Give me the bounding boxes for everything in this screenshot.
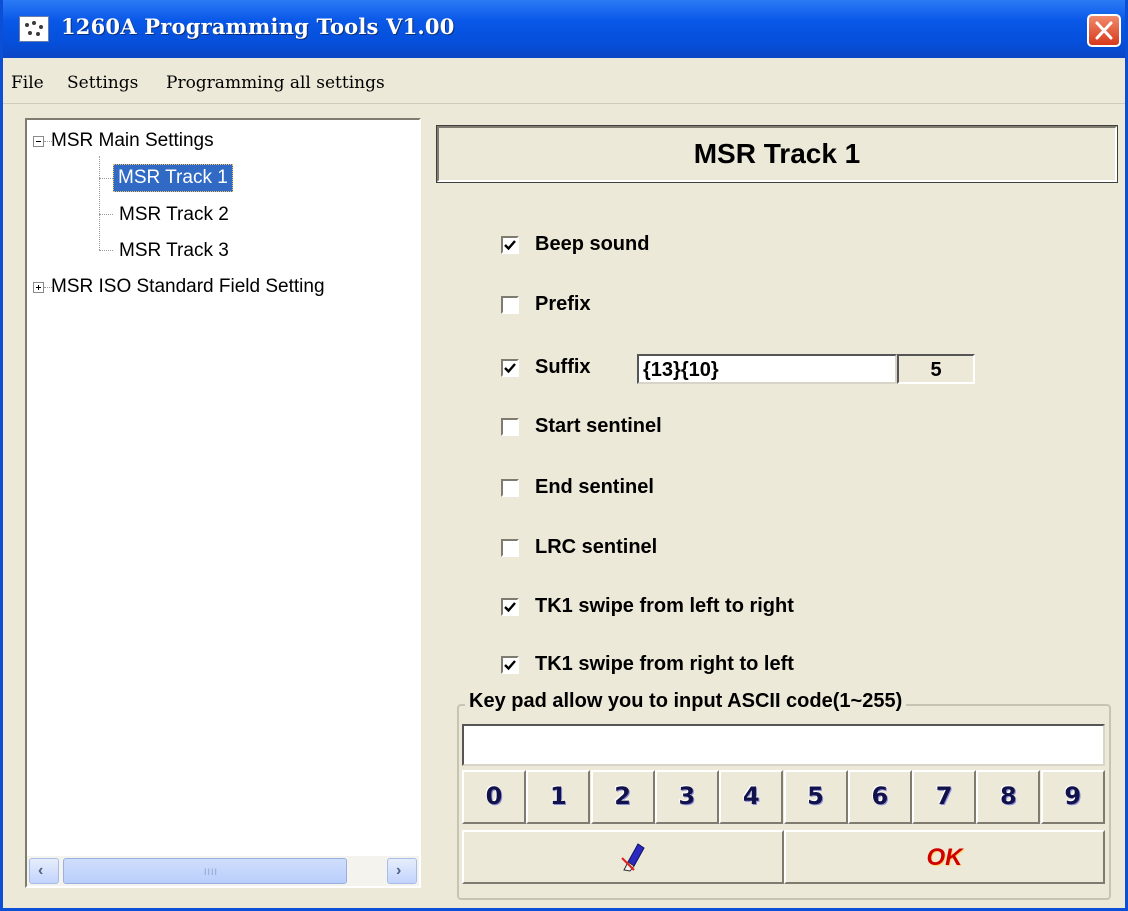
key-2[interactable]: 2	[590, 770, 655, 824]
erase-button[interactable]	[462, 830, 784, 884]
scroll-grip: IIII	[204, 867, 219, 877]
key-label: 8	[1000, 782, 1017, 810]
option-label: Beep sound	[535, 233, 650, 255]
checkbox-lrc-sentinel[interactable]	[501, 539, 519, 557]
menu-settings[interactable]: Settings	[67, 73, 138, 93]
key-3[interactable]: 3	[654, 770, 719, 824]
tree-node-msr-track-3[interactable]: MSR Track 3	[119, 240, 229, 262]
chevron-left-icon: ‹	[38, 862, 44, 879]
scroll-left-button[interactable]: ‹	[29, 858, 59, 884]
key-0[interactable]: 0	[462, 770, 526, 824]
option-label: TK1 swipe from left to right	[535, 595, 794, 617]
key-label: 9	[1064, 782, 1082, 810]
close-button[interactable]	[1087, 14, 1121, 47]
key-7[interactable]: 7	[912, 770, 977, 824]
key-4[interactable]: 4	[719, 770, 784, 824]
option-label: LRC sentinel	[535, 536, 658, 558]
key-6[interactable]: 6	[847, 770, 912, 824]
collapse-icon[interactable]	[33, 136, 44, 147]
checkbox-tk1-left-to-right[interactable]	[501, 598, 519, 616]
option-label: Suffix	[535, 356, 591, 378]
settings-tree[interactable]: MSR Main Settings MSR Track 1 MSR Track …	[25, 118, 421, 888]
tree-node-msr-track-2[interactable]: MSR Track 2	[119, 204, 229, 226]
eraser-icon	[621, 843, 645, 872]
option-label: End sentinel	[535, 476, 654, 498]
option-label: Start sentinel	[535, 415, 662, 437]
tree-node-msr-iso-standard-field-setting[interactable]: MSR ISO Standard Field Setting	[51, 276, 325, 298]
close-icon	[1095, 21, 1113, 40]
keypad-legend: Key pad allow you to input ASCII code(1~…	[465, 690, 907, 713]
scroll-thumb[interactable]: IIII	[63, 858, 347, 884]
checkbox-suffix[interactable]	[501, 359, 519, 377]
option-label: Prefix	[535, 293, 591, 315]
scroll-right-button[interactable]: ›	[387, 858, 417, 884]
menu-programming-all-settings[interactable]: Programming all settings	[166, 73, 385, 93]
title-bar[interactable]: 1260A Programming Tools V1.00	[3, 0, 1125, 58]
checkmark-icon	[504, 363, 516, 374]
menu-file[interactable]: File	[11, 73, 44, 93]
checkbox-prefix[interactable]	[501, 296, 519, 314]
key-1[interactable]: 1	[526, 770, 591, 824]
app-window: 1260A Programming Tools V1.00 File Setti…	[0, 0, 1128, 911]
key-8[interactable]: 8	[976, 770, 1041, 824]
option-label: TK1 swipe from right to left	[535, 653, 794, 675]
tree-node-msr-main-settings[interactable]: MSR Main Settings	[51, 130, 214, 152]
checkbox-beep-sound[interactable]	[501, 236, 519, 254]
ok-label: OK	[926, 844, 963, 871]
checkmark-icon	[504, 240, 516, 251]
expand-icon[interactable]	[33, 282, 44, 293]
key-label: 7	[935, 782, 953, 810]
horizontal-scrollbar[interactable]: ‹ IIII ›	[27, 856, 419, 886]
tree-node-msr-track-1[interactable]: MSR Track 1	[113, 164, 233, 192]
key-label: 3	[678, 782, 696, 810]
key-5[interactable]: 5	[783, 770, 848, 824]
checkbox-tk1-right-to-left[interactable]	[501, 656, 519, 674]
chevron-right-icon: ›	[396, 862, 402, 879]
key-label: 1	[549, 782, 567, 810]
checkmark-icon	[504, 660, 516, 671]
key-label: 5	[807, 782, 824, 810]
key-label: 4	[742, 782, 760, 810]
ascii-code-input[interactable]	[462, 724, 1105, 766]
checkmark-icon	[504, 602, 516, 613]
menu-bar: File Settings Programming all settings	[3, 58, 1125, 104]
key-9[interactable]: 9	[1040, 770, 1105, 824]
ok-button[interactable]: OK	[784, 830, 1105, 884]
panel-header: MSR Track 1	[436, 125, 1118, 183]
checkbox-end-sentinel[interactable]	[501, 479, 519, 497]
checkbox-start-sentinel[interactable]	[501, 418, 519, 436]
key-label: 6	[871, 782, 889, 810]
key-label: 2	[614, 782, 631, 810]
suffix-length: 5	[897, 354, 975, 384]
suffix-input[interactable]: {13}{10}	[637, 354, 897, 384]
key-label: 0	[485, 782, 503, 810]
panel-title: MSR Track 1	[693, 138, 861, 169]
app-icon	[19, 16, 49, 42]
window-title: 1260A Programming Tools V1.00	[61, 14, 455, 39]
